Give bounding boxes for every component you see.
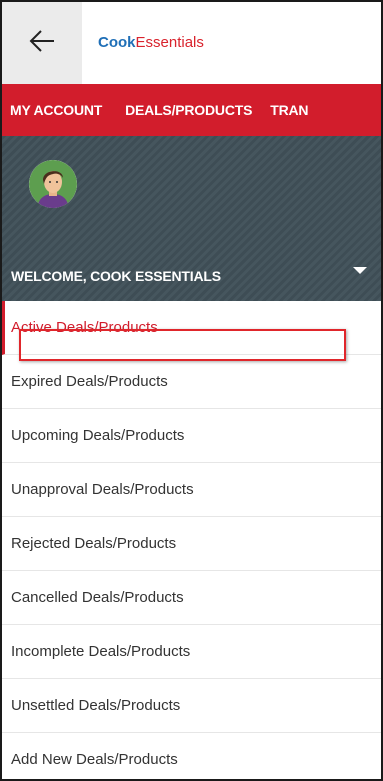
- profile-panel: WELCOME, COOK ESSENTIALS: [2, 136, 381, 301]
- menu-item-expired-deals[interactable]: Expired Deals/Products: [2, 355, 381, 409]
- back-button[interactable]: [2, 2, 82, 84]
- nav-tab-my-account[interactable]: MY ACCOUNT: [2, 84, 113, 136]
- menu-item-unsettled-deals[interactable]: Unsettled Deals/Products: [2, 679, 381, 733]
- nav-tab-deals-products[interactable]: DEALS/PRODUCTS: [113, 84, 262, 136]
- menu-item-incomplete-deals[interactable]: Incomplete Deals/Products: [2, 625, 381, 679]
- menu-item-cancelled-deals[interactable]: Cancelled Deals/Products: [2, 571, 381, 625]
- nav-tab-transactions[interactable]: TRAN: [262, 84, 308, 136]
- app-header: CookEssentials: [2, 2, 381, 84]
- menu-item-add-new-deals[interactable]: Add New Deals/Products: [2, 733, 381, 779]
- welcome-text: WELCOME, COOK ESSENTIALS: [11, 268, 221, 284]
- brand-logo[interactable]: CookEssentials: [98, 34, 204, 51]
- top-nav-bar: MY ACCOUNT DEALS/PRODUCTS TRAN: [2, 84, 381, 136]
- app-frame: CookEssentials MY ACCOUNT DEALS/PRODUCTS…: [0, 0, 383, 781]
- arrow-left-icon: [29, 29, 55, 57]
- menu-item-upcoming-deals[interactable]: Upcoming Deals/Products: [2, 409, 381, 463]
- menu-item-active-deals[interactable]: Active Deals/Products: [2, 301, 381, 355]
- user-avatar-icon[interactable]: [29, 160, 77, 208]
- menu-item-rejected-deals[interactable]: Rejected Deals/Products: [2, 517, 381, 571]
- caret-down-icon[interactable]: [353, 266, 367, 274]
- brand-name-part2: Essentials: [135, 34, 204, 51]
- brand-name-part1: Cook: [98, 34, 136, 51]
- welcome-dropdown[interactable]: WELCOME, COOK ESSENTIALS: [2, 251, 381, 301]
- deals-menu: Active Deals/Products Expired Deals/Prod…: [2, 301, 381, 779]
- menu-item-unapproval-deals[interactable]: Unapproval Deals/Products: [2, 463, 381, 517]
